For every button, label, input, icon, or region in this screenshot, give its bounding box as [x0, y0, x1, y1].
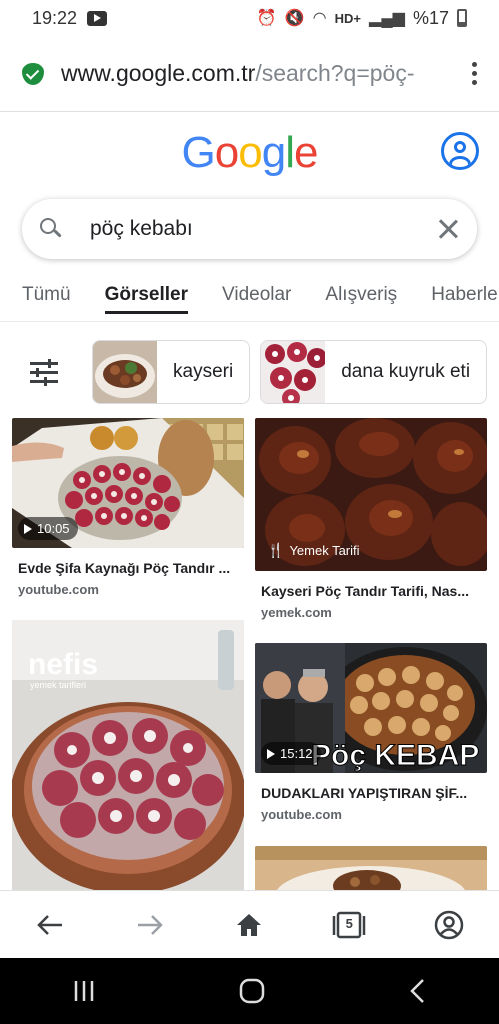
- chip-dana-kuyruk-eti[interactable]: dana kuyruk eti: [260, 340, 488, 404]
- nefis-subtitle: yemek tarifleri: [30, 680, 86, 690]
- url-path: /search?q=pöç-: [255, 60, 415, 86]
- more-options-icon[interactable]: [472, 62, 477, 85]
- result-title[interactable]: Kayseri Pöç Tandır Tarifi, Nas...: [255, 583, 487, 599]
- result-image[interactable]: 10:05: [12, 418, 244, 548]
- image-result[interactable]: 10:05 Evde Şifa Kaynağı Pöç Tandır ... y…: [12, 418, 244, 597]
- chip-thumbnail: [93, 341, 157, 403]
- tab-videos[interactable]: Videolar: [222, 268, 291, 321]
- battery-percent: %17: [412, 7, 449, 28]
- profile-button[interactable]: [429, 905, 469, 945]
- chip-kayseri[interactable]: kayseri: [92, 340, 251, 404]
- result-title[interactable]: DUDAKLARI YAPIŞTIRAN ŞİF...: [255, 785, 487, 801]
- chip-label: dana kuyruk eti: [341, 361, 471, 382]
- logo-letter: o: [214, 128, 240, 177]
- mute-icon: 🔇: [284, 10, 305, 27]
- result-title[interactable]: Evde Şifa Kaynağı Pöç Tandır ...: [12, 560, 244, 576]
- result-image[interactable]: Pöç KEBAP 15:12: [255, 643, 487, 773]
- badge-text: 10:05: [37, 521, 70, 536]
- account-icon[interactable]: [441, 132, 479, 170]
- secure-shield-icon[interactable]: [22, 62, 44, 85]
- video-duration-badge: 10:05: [18, 517, 78, 540]
- chip-thumbnail: [261, 341, 326, 403]
- image-result[interactable]: 🍴 Yemek Tarifi Kayseri Pöç Tandır Tarifi…: [255, 418, 487, 620]
- browser-bottom-nav: 5: [0, 890, 499, 958]
- logo-letter: e: [293, 128, 319, 177]
- result-thumbnail: [255, 846, 487, 890]
- tab-news[interactable]: Haberler: [431, 268, 499, 321]
- clear-search-icon[interactable]: [437, 218, 459, 240]
- search-box[interactable]: pöç kebabı: [22, 199, 477, 259]
- search-icon[interactable]: [40, 218, 62, 240]
- result-source[interactable]: youtube.com: [12, 582, 244, 597]
- related-searches: kayseri dana kuyruk eti: [0, 336, 499, 408]
- chip-label: kayseri: [173, 361, 234, 382]
- image-results-grid: 10:05 Evde Şifa Kaynağı Pöç Tandır ... y…: [0, 418, 499, 890]
- result-image[interactable]: nefis yemek tarifleri: [12, 620, 244, 890]
- tab-shopping[interactable]: Alışveriş: [325, 268, 397, 321]
- url-text[interactable]: www.google.com.tr/search?q=pöç-: [61, 60, 441, 87]
- home-icon: [237, 913, 262, 936]
- logo-letter: G: [181, 128, 216, 177]
- forward-arrow-icon: [137, 914, 163, 935]
- wifi-icon: ◠: [312, 10, 327, 27]
- status-bar: 19:22 ⏰ 🔇 ◠ HD+ ▂▄▆ %17: [0, 0, 499, 36]
- google-logo[interactable]: Google: [181, 128, 319, 178]
- recipe-badge: 🍴 Yemek Tarifi: [261, 538, 368, 563]
- filter-tune-icon[interactable]: [30, 359, 58, 386]
- logo-letter: l: [285, 128, 295, 177]
- home-button[interactable]: [229, 905, 269, 945]
- search-input[interactable]: pöç kebabı: [90, 217, 437, 241]
- image-result[interactable]: Pöç KEBAP 15:12 DUDAKLARI YAPIŞTIRAN ŞİF…: [255, 643, 487, 822]
- recent-apps-icon[interactable]: [71, 979, 97, 1003]
- result-source[interactable]: youtube.com: [255, 807, 487, 822]
- video-duration-badge: 15:12: [261, 742, 321, 765]
- result-thumbnail: nefis yemek tarifleri: [12, 620, 244, 890]
- profile-icon: [434, 910, 464, 939]
- fork-knife-icon: 🍴: [267, 542, 285, 558]
- back-arrow-icon: [37, 914, 62, 935]
- tabs-button[interactable]: 5: [329, 905, 369, 945]
- play-icon: [24, 523, 32, 534]
- image-result[interactable]: nefis yemek tarifleri: [12, 620, 244, 890]
- network-type: HD+: [334, 10, 362, 26]
- url-host: www.google.com.tr: [61, 60, 256, 86]
- youtube-notification-icon: [87, 10, 108, 26]
- signal-icon: ▂▄▆: [369, 10, 405, 27]
- result-image[interactable]: [255, 846, 487, 890]
- badge-text: Yemek Tarifi: [289, 543, 360, 558]
- back-button[interactable]: [30, 905, 70, 945]
- alarm-icon: ⏰: [256, 10, 277, 27]
- logo-letter: g: [261, 128, 287, 177]
- logo-letter: o: [238, 128, 263, 177]
- tab-all[interactable]: Tümü: [22, 268, 71, 321]
- browser-url-bar[interactable]: www.google.com.tr/search?q=pöç-: [0, 36, 499, 112]
- back-system-icon[interactable]: [408, 977, 428, 1005]
- result-image[interactable]: 🍴 Yemek Tarifi: [255, 418, 487, 571]
- badge-text: 15:12: [280, 746, 313, 761]
- home-system-icon[interactable]: [238, 977, 266, 1005]
- result-source[interactable]: yemek.com: [255, 605, 487, 620]
- play-icon: [267, 748, 275, 759]
- battery-icon: [457, 9, 467, 27]
- image-result[interactable]: [255, 846, 487, 890]
- forward-button[interactable]: [130, 905, 170, 945]
- system-navigation-bar: [0, 958, 499, 1024]
- search-tabs: Tümü Görseller Videolar Alışveriş Haberl…: [0, 268, 499, 322]
- nefis-watermark: nefis: [28, 648, 98, 681]
- tab-images[interactable]: Görseller: [104, 268, 189, 321]
- tab-count: 5: [345, 915, 353, 931]
- kebap-overlay-text: Pöç KEBAP: [311, 739, 479, 772]
- google-header: Google: [0, 112, 499, 194]
- status-time: 19:22: [32, 7, 78, 28]
